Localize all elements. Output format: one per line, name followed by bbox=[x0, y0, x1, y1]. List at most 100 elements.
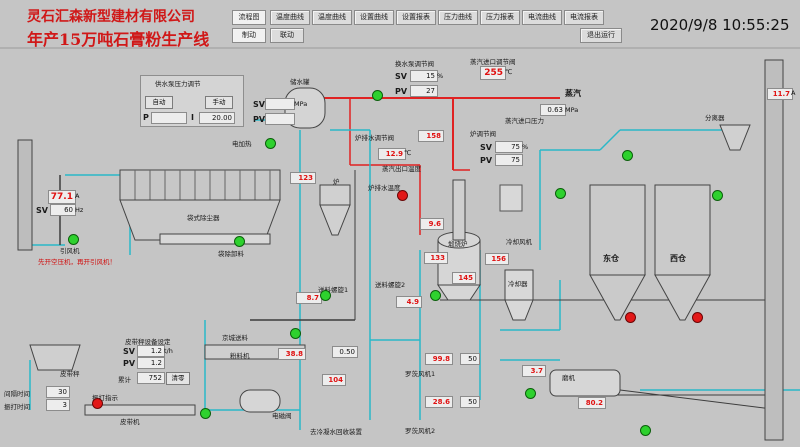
tab-flowchart[interactable]: 流程图 bbox=[232, 10, 266, 25]
fan-label: 引风机 bbox=[60, 247, 80, 255]
tab-setting-report[interactable]: 设置报表 bbox=[396, 10, 436, 25]
west-fan-motor[interactable] bbox=[712, 190, 723, 201]
rv-sv-value[interactable]: 75 bbox=[495, 141, 523, 153]
mill-fan-motor[interactable] bbox=[640, 425, 651, 436]
steam-pressure-label: 蒸汽进口压力 bbox=[505, 117, 544, 125]
steam-valve-title: 蒸汽进口调节阀 bbox=[470, 58, 516, 66]
auto-button[interactable]: 自动 bbox=[145, 96, 173, 109]
east-silo-label: 东仓 bbox=[603, 254, 619, 263]
feed-pv-label: PV bbox=[123, 359, 136, 368]
outlet-valve-label: 炉排水调节阀 bbox=[355, 134, 394, 142]
fan-sv-unit: Hz bbox=[75, 206, 84, 214]
pump-pv-value: 27 bbox=[410, 85, 438, 97]
mix-feed-motor[interactable] bbox=[290, 328, 301, 339]
fan2-pct[interactable]: 50 bbox=[460, 396, 480, 408]
vibrate-value[interactable]: 3 bbox=[46, 399, 70, 411]
fan1-current: 99.8 bbox=[425, 353, 453, 365]
furnace-alarm-lamp bbox=[397, 190, 408, 201]
steam-label: 蒸汽 bbox=[565, 89, 581, 98]
bottom-valve-label: 电磁阀 bbox=[272, 412, 292, 420]
calciner-temp-3: 145 bbox=[452, 272, 476, 284]
line-title: 年产15万吨石膏粉生产线 bbox=[27, 30, 210, 49]
pump-sv-label: SV bbox=[395, 72, 407, 81]
tab-temp-curve-2[interactable]: 温度曲线 bbox=[312, 10, 352, 25]
mode-linked-button[interactable]: 联动 bbox=[270, 28, 304, 43]
heater-motor-status[interactable] bbox=[265, 138, 276, 149]
feed-sv-value[interactable]: 1.2 bbox=[137, 345, 165, 357]
tab-current-curve[interactable]: 电流曲线 bbox=[522, 10, 562, 25]
interval-label: 间隔时间 bbox=[4, 390, 30, 398]
screw1-motor[interactable] bbox=[320, 290, 331, 301]
calciner-temp-1: 9.6 bbox=[420, 218, 444, 230]
pump-pv-label: PV bbox=[395, 87, 408, 96]
separator-current: 11.7 bbox=[767, 88, 793, 100]
furnace-label: 炉 bbox=[333, 178, 340, 186]
company-name: 灵石汇森新型建材有限公司 bbox=[27, 9, 195, 25]
screw2-motor[interactable] bbox=[430, 290, 441, 301]
i-value[interactable]: 20.00 bbox=[199, 112, 235, 124]
fan2-current: 28.6 bbox=[425, 396, 453, 408]
p-label: P bbox=[143, 113, 149, 122]
scada-screen: 灵石汇森新型建材有限公司 年产15万吨石膏粉生产线 2020/9/8 10:55… bbox=[0, 0, 800, 447]
pressure-valve-value: 0.50 bbox=[332, 346, 358, 358]
tab-current-report[interactable]: 电流报表 bbox=[564, 10, 604, 25]
tab-pressure-curve[interactable]: 压力曲线 bbox=[438, 10, 478, 25]
mill-current: 80.2 bbox=[578, 397, 606, 409]
steam-out-label: 蒸汽出口温度 bbox=[382, 165, 421, 173]
logout-button[interactable]: 退出运行 bbox=[580, 28, 622, 43]
exhaust-fan-motor[interactable] bbox=[68, 234, 79, 245]
crusher-label: 粉料机 bbox=[230, 352, 250, 360]
mill-label: 磨机 bbox=[562, 374, 575, 382]
west-silo-label: 西仓 bbox=[670, 254, 686, 263]
pump-sv-value[interactable]: 15 bbox=[410, 70, 438, 82]
belt-motor[interactable] bbox=[200, 408, 211, 419]
fan-current: 77.1 bbox=[48, 190, 76, 204]
east-silo-lamp bbox=[625, 312, 636, 323]
p-value[interactable] bbox=[151, 112, 187, 124]
steam-temp-unit: ℃ bbox=[505, 68, 513, 76]
wp-pv-label: PV bbox=[253, 115, 266, 124]
i-label: I bbox=[191, 113, 194, 122]
cooler-label: 冷却器 bbox=[508, 280, 528, 288]
steam-pressure-unit: MPa bbox=[565, 106, 579, 114]
calciner-label: 煅烧炉 bbox=[448, 240, 468, 248]
separator-label: 分离器 bbox=[705, 114, 725, 122]
water-tank-label: 储水罐 bbox=[290, 78, 310, 86]
baghouse-label: 袋式除尘器 bbox=[187, 214, 220, 222]
feed-sv-label: SV bbox=[123, 347, 135, 356]
fan-sv-value[interactable]: 60 bbox=[50, 204, 76, 216]
fan-warning: 先开空压机，再开引风机！ bbox=[38, 258, 116, 266]
wp-unit: MPa bbox=[294, 100, 308, 108]
tab-temp-curve[interactable]: 温度曲线 bbox=[270, 10, 310, 25]
bottom-temp: 104 bbox=[322, 374, 346, 386]
pump-motor[interactable] bbox=[372, 90, 383, 101]
west-silo-lamp bbox=[692, 312, 703, 323]
wp-sv-label: SV bbox=[253, 100, 265, 109]
baghouse-discharge-label: 袋除卸料 bbox=[218, 250, 244, 258]
fan1-pct[interactable]: 50 bbox=[460, 353, 480, 365]
tab-pressure-report[interactable]: 压力报表 bbox=[480, 10, 520, 25]
exhaust-temp-label: 炉排水温度 bbox=[368, 184, 401, 192]
tab-setting-curve[interactable]: 设置曲线 bbox=[354, 10, 394, 25]
wp-sv-value[interactable] bbox=[265, 98, 295, 110]
interval-value[interactable]: 30 bbox=[46, 386, 70, 398]
vibrator-lamp bbox=[92, 398, 103, 409]
fan-sv-label: SV bbox=[36, 206, 48, 215]
pump-unit: % bbox=[437, 72, 444, 80]
mode-auto-button[interactable]: 制动 bbox=[232, 28, 266, 43]
rv-unit: % bbox=[522, 143, 529, 151]
discharge-motor[interactable] bbox=[234, 236, 245, 247]
steam-temp-value: 255 bbox=[480, 66, 506, 80]
rv-pv-label: PV bbox=[480, 156, 493, 165]
belt-scale-label: 皮带秤 bbox=[60, 370, 80, 378]
manual-button[interactable]: 手动 bbox=[205, 96, 233, 109]
calciner-temp-2: 133 bbox=[424, 252, 448, 264]
fan-unit: A bbox=[75, 192, 80, 200]
reset-button[interactable]: 清零 bbox=[166, 372, 190, 385]
ball-motor[interactable] bbox=[525, 388, 536, 399]
cooler-fan-motor[interactable] bbox=[555, 188, 566, 199]
separator-feed-motor[interactable] bbox=[622, 150, 633, 161]
screw2-current: 4.9 bbox=[396, 296, 422, 308]
mix-feed-label: 京城送料 bbox=[222, 334, 248, 342]
datetime-display: 2020/9/8 10:55:25 bbox=[650, 16, 790, 34]
